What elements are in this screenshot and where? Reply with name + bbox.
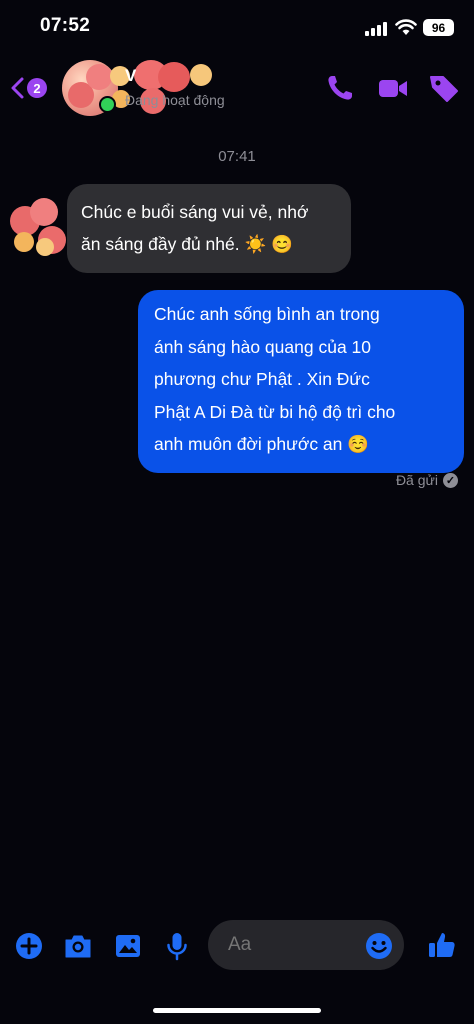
delivery-status-label: Đã gửi (395, 472, 438, 488)
message-timestamp: 07:41 (218, 148, 256, 165)
incoming-message[interactable]: Chúc e buổi sáng vui vẻ, nhớ ăn sáng đầy… (67, 184, 351, 273)
tag-icon[interactable] (428, 72, 460, 104)
flower-sticker (190, 64, 212, 86)
message-line: ánh sáng hào quang của 10 (154, 336, 371, 357)
home-indicator[interactable] (153, 1008, 321, 1013)
strawberry-sticker (30, 198, 58, 226)
online-status-dot (99, 96, 116, 113)
flower-sticker (14, 232, 34, 252)
flower-sticker (36, 238, 54, 256)
message-line: ăn sáng đầy đủ nhé. ☀️ 😊 (81, 234, 293, 254)
message-line: Chúc e buổi sáng vui vẻ, nhớ (81, 202, 309, 222)
delivery-status: Đã gửi ✓ (360, 472, 458, 488)
camera-icon[interactable] (63, 931, 93, 961)
image-icon[interactable] (113, 931, 143, 961)
check-icon: ✓ (443, 472, 458, 488)
cellular-signal-icon (365, 21, 389, 36)
outgoing-message[interactable]: Chúc anh sống bình an trong ánh sáng hào… (138, 290, 464, 473)
sender-avatar[interactable] (8, 198, 66, 258)
strawberry-sticker (86, 64, 112, 90)
back-chevron-icon[interactable] (8, 76, 26, 100)
message-line: phương chư Phật . Xin Đức (154, 369, 370, 389)
message-line: Chúc anh sống bình an trong (154, 304, 380, 324)
contact-name[interactable]: V (125, 66, 136, 86)
battery-indicator: 96 (423, 19, 454, 36)
contact-status: Đang hoạt động (125, 92, 225, 108)
message-line: Phật A Di Đà từ bi hộ độ trì cho (154, 401, 396, 422)
wifi-icon (395, 19, 417, 35)
emoji-icon[interactable] (365, 932, 393, 960)
thumbs-up-icon[interactable] (427, 930, 457, 960)
video-camera-icon[interactable] (377, 72, 409, 104)
microphone-icon[interactable] (162, 931, 192, 961)
strawberry-sticker (158, 62, 190, 92)
unread-count-badge[interactable]: 2 (27, 78, 47, 98)
status-time: 07:52 (40, 15, 91, 36)
phone-icon[interactable] (324, 72, 356, 104)
plus-icon[interactable] (14, 931, 44, 961)
message-line: anh muôn đời phước an ☺️ (154, 434, 370, 454)
